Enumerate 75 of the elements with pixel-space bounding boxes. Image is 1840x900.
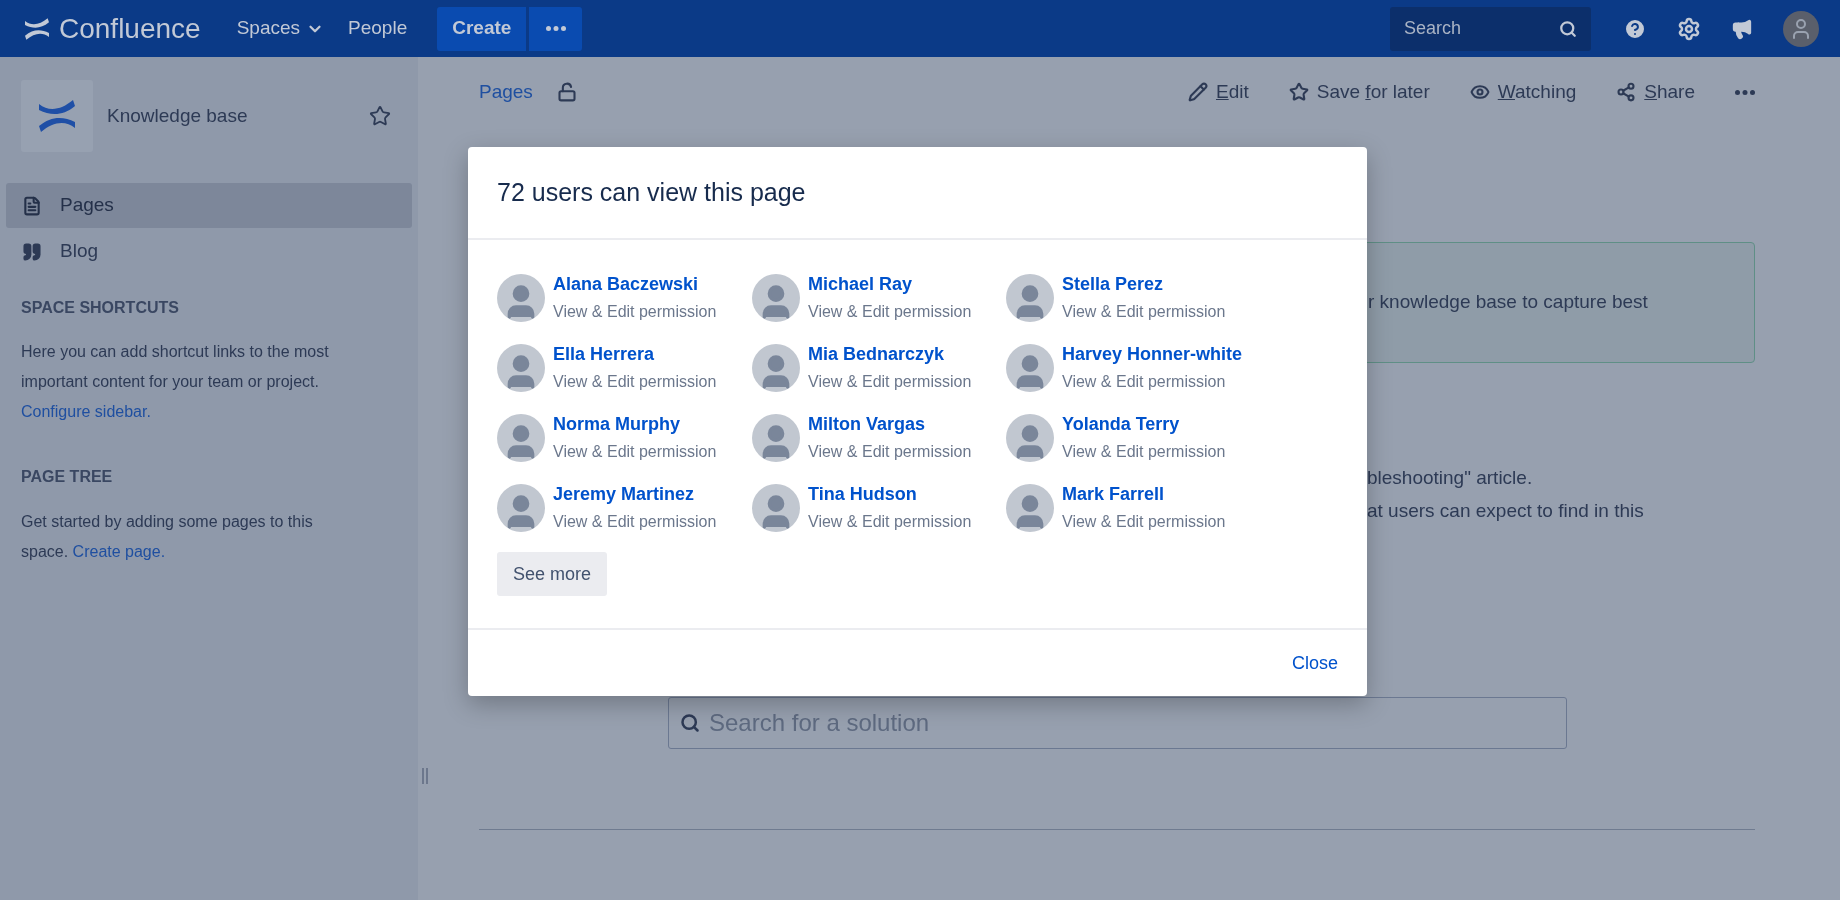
- resize-grip-icon[interactable]: [421, 767, 429, 785]
- page-tree-text: Get started by adding some pages to this space. Create page.: [21, 512, 314, 562]
- logo-text: Confluence: [59, 11, 201, 46]
- avatar-silhouette: [752, 344, 800, 392]
- user-avatar[interactable]: [1783, 10, 1819, 47]
- body-text: bleshooting" article.: [1367, 466, 1534, 490]
- share-icon: [1616, 82, 1637, 102]
- create-button[interactable]: Create: [437, 6, 527, 51]
- permission-text: View & Edit permission: [1062, 372, 1227, 392]
- avatar-silhouette: [752, 414, 800, 462]
- search-field[interactable]: Search: [1390, 6, 1591, 51]
- avatar-silhouette: [1006, 484, 1054, 532]
- user-name-link[interactable]: Jeremy Martinez: [553, 480, 717, 508]
- user-name-link[interactable]: Harvey Honner-white: [1062, 340, 1243, 368]
- action-button[interactable]: Edit: [1188, 77, 1249, 107]
- space-name: Knowledge base: [107, 103, 249, 128]
- permission-text: View & Edit permission: [553, 372, 717, 392]
- user-name-link[interactable]: Norma Murphy: [553, 410, 717, 438]
- permission-text: View & Edit permission: [553, 302, 717, 322]
- avatar-silhouette: [497, 344, 545, 392]
- permission-text: View & Edit permission: [1062, 302, 1226, 322]
- action-button[interactable]: Save for later: [1288, 77, 1430, 107]
- permission-text: View & Edit permission: [553, 442, 717, 462]
- user-name-link[interactable]: Stella Perez: [1062, 270, 1226, 298]
- search-icon: [680, 713, 700, 733]
- user-name-link[interactable]: Michael Ray: [808, 270, 972, 298]
- action-button[interactable]: Watching: [1469, 77, 1577, 107]
- settings-icon[interactable]: [1677, 16, 1701, 41]
- avatar-silhouette: [497, 414, 545, 462]
- pencil-icon: [1188, 82, 1208, 102]
- star-icon[interactable]: [369, 105, 391, 127]
- avatar-silhouette: [1006, 414, 1054, 462]
- nav-link[interactable]: Spaces: [228, 8, 333, 49]
- search-icon: [1559, 19, 1577, 38]
- dialog-title: 72 users can view this page: [497, 176, 806, 208]
- see-more-button[interactable]: See more: [497, 552, 608, 596]
- user-name-link[interactable]: Ella Herrera: [553, 340, 717, 368]
- avatar-silhouette: [1006, 274, 1054, 322]
- permission-text: View & Edit permission: [808, 302, 972, 322]
- more-icon[interactable]: [1735, 89, 1755, 95]
- megaphone-icon[interactable]: [1731, 17, 1753, 40]
- quote-icon: [22, 241, 42, 262]
- permission-text: View & Edit permission: [808, 372, 972, 392]
- user-name-link[interactable]: Yolanda Terry: [1062, 410, 1226, 438]
- permission-text: View & Edit permission: [808, 442, 972, 462]
- avatar-silhouette: [497, 274, 545, 322]
- eye-icon: [1469, 82, 1490, 102]
- permission-text: View & Edit permission: [553, 512, 717, 532]
- permission-text: View & Edit permission: [1062, 442, 1226, 462]
- user-name-link[interactable]: Mark Farrell: [1062, 480, 1226, 508]
- section-heading: SPACE SHORTCUTS: [21, 298, 180, 318]
- body-text: at users can expect to find in this: [1367, 499, 1645, 523]
- avatar-silhouette: [1006, 344, 1054, 392]
- permission-text: View & Edit permission: [808, 512, 972, 532]
- panel-text: r knowledge base to capture best: [1368, 290, 1648, 315]
- nav-link[interactable]: People: [340, 8, 416, 49]
- permission-text: View & Edit permission: [1062, 512, 1226, 532]
- user-name-link[interactable]: Tina Hudson: [808, 480, 972, 508]
- user-name-link[interactable]: Milton Vargas: [808, 410, 972, 438]
- solution-search-field[interactable]: Search for a solution: [668, 697, 1567, 749]
- action-button[interactable]: Share: [1616, 77, 1695, 107]
- avatar-silhouette: [752, 274, 800, 322]
- shortcuts-text: Here you can add shortcut links to the most important content for your team or project. Configure sidebar.: [21, 342, 330, 422]
- star-icon: [1288, 82, 1309, 102]
- section-heading: PAGE TREE: [21, 467, 114, 487]
- more-icon[interactable]: [545, 26, 566, 31]
- page-icon: [22, 195, 42, 216]
- avatar-silhouette: [497, 484, 545, 532]
- sidebar-item[interactable]: Pages: [6, 183, 412, 228]
- avatar-silhouette: [752, 484, 800, 532]
- more-button[interactable]: [529, 6, 583, 51]
- user-name-link[interactable]: Alana Baczewski: [553, 270, 717, 298]
- close-button[interactable]: Close: [1291, 649, 1338, 677]
- user-name-link[interactable]: Mia Bednarczyk: [808, 340, 972, 368]
- unlock-icon[interactable]: [556, 82, 577, 102]
